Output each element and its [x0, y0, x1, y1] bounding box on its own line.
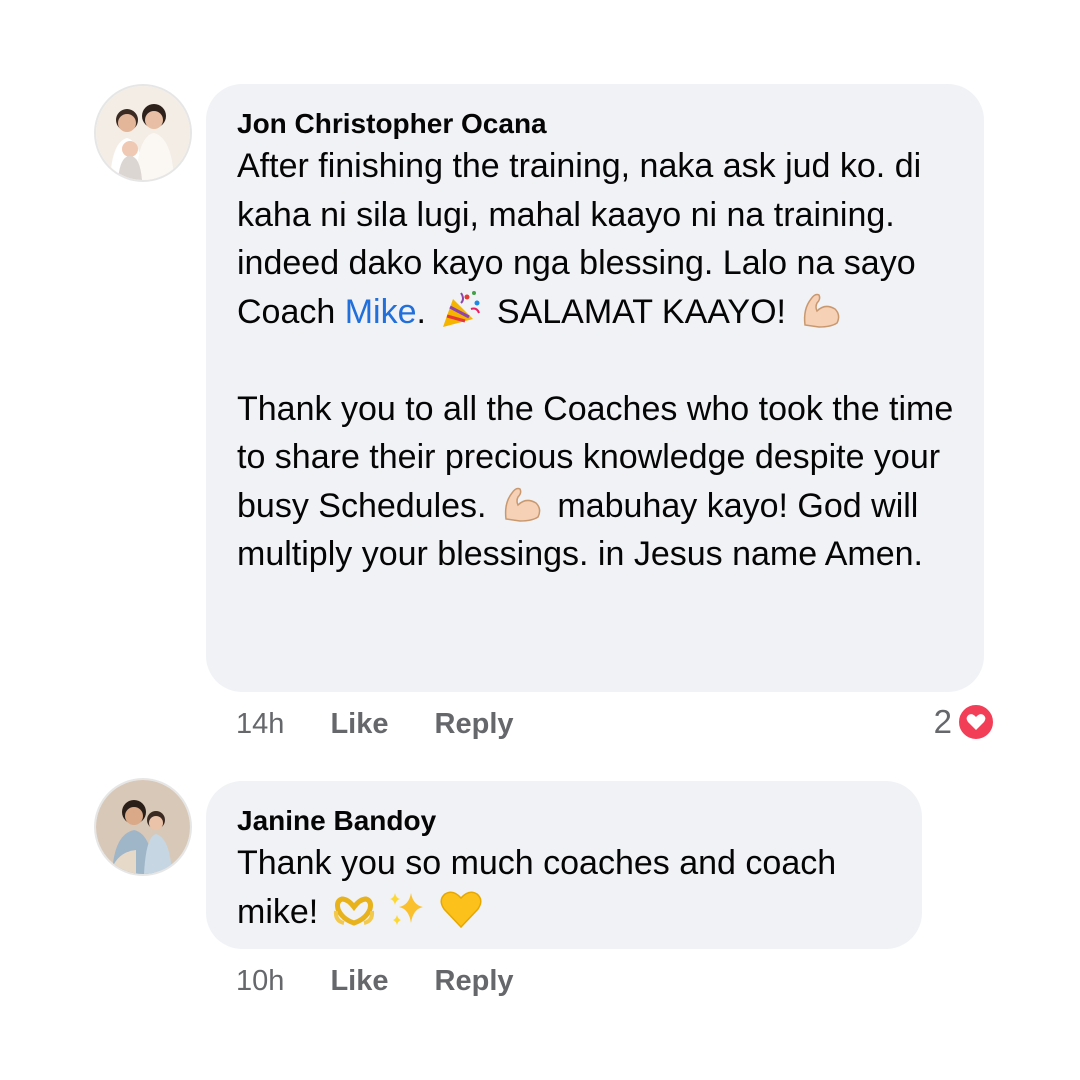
comment-timestamp[interactable]: 10h	[236, 961, 284, 1001]
reply-button[interactable]: Reply	[435, 961, 514, 1001]
reply-button[interactable]: Reply	[435, 704, 514, 744]
party-popper-icon	[443, 290, 481, 327]
reaction-summary[interactable]: 2	[934, 701, 996, 743]
comment-actions: 10h Like Reply	[236, 961, 552, 1001]
avatar[interactable]	[96, 86, 190, 180]
yellow-heart-icon	[440, 890, 482, 928]
reaction-count: 2	[933, 703, 952, 740]
flexed-biceps-icon	[804, 293, 840, 328]
like-button[interactable]: Like	[330, 704, 388, 744]
comment-author[interactable]: Jon Christopher Ocana	[237, 106, 954, 142]
comment-text: After finishing the training, naka ask j…	[237, 142, 954, 579]
comment-bubble: Jon Christopher Ocana After finishing th…	[206, 84, 984, 692]
comment-bubble: Janine Bandoy Thank you so much coaches …	[206, 781, 922, 949]
heart-hands-icon	[333, 895, 374, 926]
comments-page: Jon Christopher Ocana After finishing th…	[0, 0, 1080, 1080]
comment-text-part: .	[416, 292, 426, 331]
comment-actions: 14h Like Reply	[236, 704, 552, 744]
sparkles-icon	[390, 892, 424, 925]
comment-author[interactable]: Janine Bandoy	[237, 803, 892, 839]
like-button[interactable]: Like	[330, 961, 388, 1001]
flexed-biceps-icon	[504, 487, 541, 522]
heart-icon	[956, 702, 996, 742]
comment-timestamp[interactable]: 14h	[236, 704, 284, 744]
mention-link[interactable]: Mike	[345, 293, 417, 331]
comment-text: Thank you so much coaches and coach mike…	[237, 839, 892, 936]
comment-text-part: SALAMAT KAAYO!	[496, 292, 786, 331]
comment-text-part: Thank you so much coaches and coach mike…	[237, 844, 837, 931]
avatar[interactable]	[96, 780, 190, 874]
